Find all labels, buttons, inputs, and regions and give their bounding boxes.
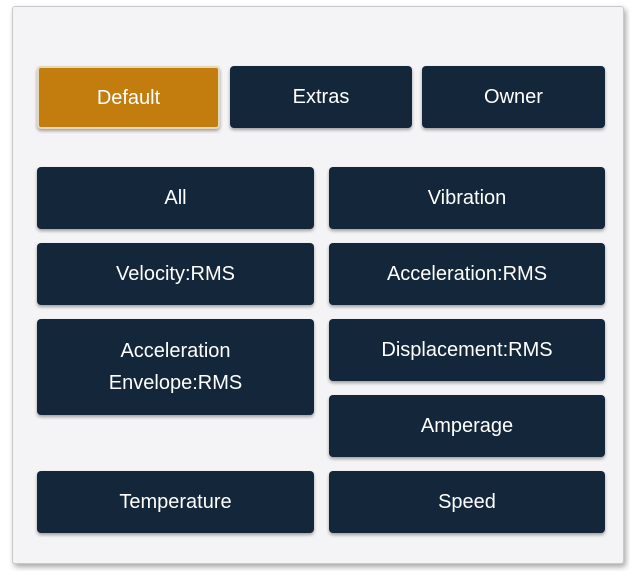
displacement-rms-label: Displacement:RMS (381, 339, 553, 361)
speed-label: Speed (438, 491, 496, 513)
tab-extras-label: Extras (292, 86, 350, 108)
displacement-rms-button[interactable]: Displacement:RMS (329, 319, 605, 381)
tab-extras[interactable]: Extras (230, 66, 412, 128)
amperage-label: Amperage (420, 415, 514, 437)
amperage-button[interactable]: Amperage (329, 395, 605, 457)
speed-button[interactable]: Speed (329, 471, 605, 533)
vibration-button[interactable]: Vibration (329, 167, 605, 229)
acceleration-rms-button[interactable]: Acceleration:RMS (329, 243, 605, 305)
acceleration-envelope-rms-button[interactable]: Acceleration Envelope:RMS (37, 319, 314, 415)
acceleration-envelope-rms-label: Acceleration Envelope:RMS (108, 340, 243, 394)
tab-owner[interactable]: Owner (422, 66, 605, 128)
all-button[interactable]: All (37, 167, 314, 229)
tab-default-label: Default (96, 86, 161, 109)
acceleration-rms-label: Acceleration:RMS (386, 263, 548, 285)
temperature-label: Temperature (119, 491, 232, 513)
temperature-button[interactable]: Temperature (37, 471, 314, 533)
all-label: All (164, 187, 187, 209)
velocity-rms-label: Velocity:RMS (116, 263, 235, 285)
velocity-rms-button[interactable]: Velocity:RMS (37, 243, 314, 305)
vibration-label: Vibration (427, 187, 507, 209)
tab-default[interactable]: Default (37, 66, 220, 129)
tab-owner-label: Owner (484, 86, 543, 108)
